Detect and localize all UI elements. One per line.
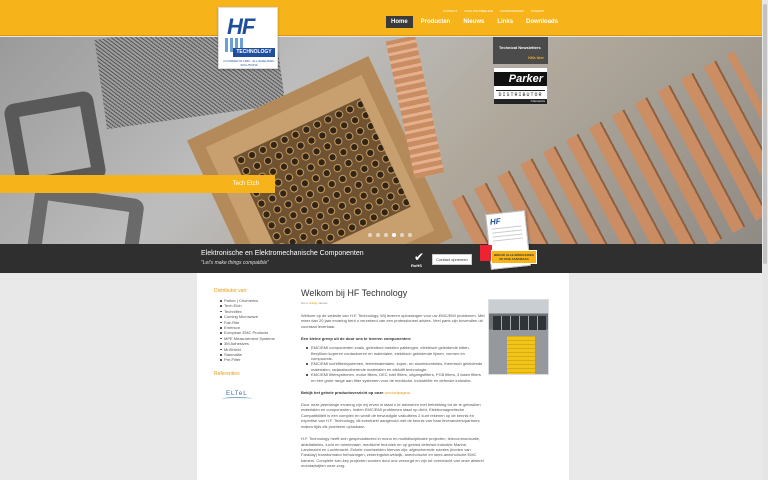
logo-brand: HF	[227, 14, 255, 39]
brochure-promo[interactable]: HF BEKIJK ALLE BROCHURES OF DOE AANVRAAG	[476, 210, 538, 278]
list-item: EMC/EMI filtersystemen, motor filters, D…	[301, 372, 486, 383]
hf-technology-logo[interactable]: HF TECHNOLOGY FOUNDED IN 1993 · ALL SHIE…	[218, 7, 278, 69]
nav-home[interactable]: Home	[386, 16, 413, 28]
intro-paragraph: Welkom op de website van H.F. Technology…	[301, 313, 485, 329]
contact-button[interactable]: Contact opnemen	[432, 254, 472, 265]
nav-producten[interactable]: Producten	[416, 16, 456, 28]
sidebar: Distributor van: Parker | Chomerics Tech…	[214, 288, 294, 403]
parker-distributor-label: DISTRIBUTOR	[496, 90, 545, 98]
list-item: EMC/EMI componenten zoals, geleidend met…	[301, 345, 486, 361]
reference-logo-text: ELTeL	[226, 390, 248, 397]
meta-suffix: nieuws	[318, 301, 328, 305]
main-content: Welkom bij HF Technology Nu is Huidig ni…	[301, 288, 486, 476]
nav-links[interactable]: Links	[492, 16, 518, 28]
hero-gasket	[24, 184, 146, 244]
utility-links: Contact Kwaliteitsbeleid Voorwaarden Sit…	[443, 9, 544, 13]
reference-logo[interactable]: ELTeL	[222, 391, 252, 403]
reference-logo-swoosh	[222, 396, 252, 401]
main-navigation: Home Producten Nieuws Links Downloads	[386, 16, 563, 28]
building-door	[507, 336, 535, 374]
brochure-logo: HF	[489, 216, 502, 227]
productpagina-link[interactable]: productpagina.	[385, 390, 411, 395]
top-link-sitemap[interactable]: Sitemap	[531, 9, 544, 13]
top-link-contact[interactable]: Contact	[443, 9, 457, 13]
top-link-kwaliteitsbeleid[interactable]: Kwaliteitsbeleid	[464, 9, 492, 13]
slider-dot[interactable]	[408, 233, 412, 237]
components-heading: Een kleine greep uit de door ons te leve…	[301, 336, 412, 342]
meta-link[interactable]: Huidig	[309, 301, 318, 305]
building-windows	[493, 316, 546, 330]
parker-logo: Parker	[494, 72, 547, 86]
sidebar-heading: Distributor van:	[214, 288, 248, 294]
brochure-line	[492, 237, 523, 242]
nav-nieuws[interactable]: Nieuws	[458, 16, 489, 28]
parker-distributor-badge[interactable]: Parker DISTRIBUTOR Chomerics	[493, 67, 548, 105]
parker-chomerics-label: Chomerics	[494, 99, 547, 104]
list-item: EMC/EMI luchtfilterisystemen, ferrietmat…	[301, 361, 486, 372]
top-link-voorwaarden[interactable]: Voorwaarden	[500, 9, 524, 13]
tagline-title: Elektronische en Elektromechanische Comp…	[201, 250, 364, 257]
references-heading: Referenties	[214, 370, 240, 377]
page-scrollbar[interactable]	[762, 0, 768, 480]
post-meta: Nu is Huidig nieuws	[301, 301, 486, 305]
components-list: EMC/EMI componenten zoals, geleidend met…	[301, 345, 486, 383]
sidebar-item-pre-filter[interactable]: Pre-Filter	[214, 357, 294, 362]
slider-dot[interactable]	[384, 233, 388, 237]
rohs-label: RoHS	[411, 263, 422, 268]
slider-pagination	[368, 233, 412, 237]
body-paragraph: H.F. Technology heeft zich gespecialisee…	[301, 436, 484, 469]
slider-dot[interactable]	[376, 233, 380, 237]
scrollbar-thumb[interactable]	[763, 4, 767, 264]
slide-caption[interactable]: Tech Etch	[0, 175, 275, 193]
distributor-list: Parker | Chomerics Tech Etch Techniflex …	[214, 298, 294, 363]
tagline-slogan: "Let's make things compatible"	[201, 260, 269, 266]
newsletter-badge[interactable]: Technical Newsletters Klik hier	[493, 37, 548, 64]
slider-dot[interactable]	[368, 233, 372, 237]
nav-downloads[interactable]: Downloads	[521, 16, 563, 28]
logo-name: TECHNOLOGY	[233, 48, 275, 57]
tagline-bar: Elektronische en Elektromechanische Comp…	[0, 244, 768, 273]
top-header-bar	[0, 0, 768, 36]
newsletter-link[interactable]: Klik hier	[528, 55, 544, 60]
logo-tagline: FOUNDED IN 1993 · ALL SHIELDING SOLUTION…	[223, 59, 275, 67]
meta-prefix: Nu is	[301, 301, 308, 305]
company-building-photo	[488, 299, 549, 375]
slider-dot-active[interactable]	[392, 233, 396, 237]
cta-text: Bekijk het gehele productoverzicht op on…	[301, 390, 384, 396]
rohs-badge: ✔ RoHS	[411, 250, 427, 268]
checkmark-icon: ✔	[414, 250, 425, 264]
newsletter-title: Technical Newsletters	[499, 45, 541, 50]
hero-slider[interactable]: Tech Etch	[0, 37, 768, 244]
page-title: Welkom bij HF Technology	[301, 288, 408, 298]
slider-dot[interactable]	[400, 233, 404, 237]
body-paragraph: Door onze jarenlange ervaring zijn wij e…	[301, 402, 481, 429]
product-overview-line: Bekijk het gehele productoverzicht op on…	[301, 390, 486, 395]
brochure-cta[interactable]: BEKIJK ALLE BROCHURES OF DOE AANVRAAG	[491, 250, 537, 264]
